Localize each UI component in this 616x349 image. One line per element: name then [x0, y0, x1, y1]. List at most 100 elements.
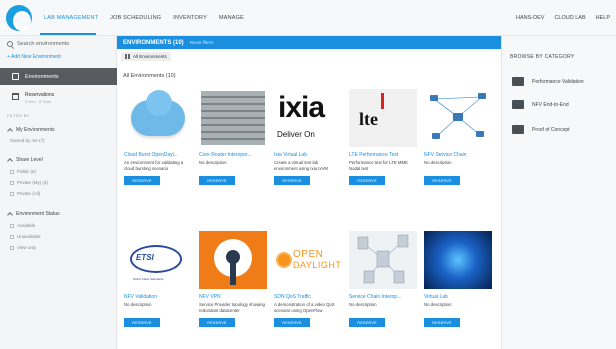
filter-view-only[interactable]: View only [10, 245, 36, 250]
view-toggle[interactable]: All Environments [121, 52, 171, 61]
add-environment-link[interactable]: + Add New Environment [7, 54, 61, 60]
environment-card[interactable]: Core Router Interoper... No description … [199, 89, 267, 185]
lte-thumbnail: lte [349, 89, 417, 147]
card-title[interactable]: NFV VPN [199, 294, 267, 300]
card-description: Service Provider topology showing redund… [199, 302, 265, 313]
reserve-button[interactable]: RESERVE [424, 176, 460, 185]
section-title: Environment Status [16, 211, 60, 217]
environment-card[interactable]: ETSI World Class Standards NFV Validatio… [124, 231, 192, 327]
filter-public[interactable]: Public (6) [10, 169, 36, 174]
reserve-button[interactable]: RESERVE [124, 318, 160, 327]
sidebar-item-environments[interactable]: Environments [0, 68, 117, 85]
nav-lab-management[interactable]: LAB MANAGEMENT [44, 15, 98, 21]
user-menu[interactable]: HANS-DEV [516, 15, 544, 21]
odl-logo-text-2: DAYLIGHT [293, 260, 342, 270]
etsi-thumbnail: ETSI World Class Standards [124, 231, 192, 289]
network-thumbnail [424, 89, 492, 147]
view-toggle-label: All Environments [133, 54, 167, 59]
environment-card[interactable]: lte LTE Performance Test Performance tes… [349, 89, 417, 185]
reserve-button[interactable]: RESERVE [274, 176, 310, 185]
reset-filters-link[interactable]: Reset filters [190, 40, 214, 45]
app-logo[interactable] [6, 5, 32, 31]
cloud-lab-link[interactable]: CLOUD LAB [554, 15, 585, 21]
card-title[interactable]: NFV Validation [124, 294, 192, 300]
card-title[interactable]: SDN QoS Traffic [274, 294, 342, 300]
browse-title: BROWSE BY CATEGORY [510, 54, 575, 60]
card-description: No description [124, 302, 152, 307]
environment-card[interactable]: NFV VPN Service Provider topology showin… [199, 231, 267, 327]
page-title: ENVIRONMENTS (10) [123, 39, 184, 46]
service-chain-thumbnail [349, 231, 417, 289]
etsi-tagline: World Class Standards [133, 277, 164, 281]
reserve-button[interactable]: RESERVE [124, 176, 160, 185]
network-icon [512, 100, 524, 109]
reserve-button[interactable]: RESERVE [349, 176, 385, 185]
checkbox[interactable] [10, 191, 14, 196]
card-description: Create a virtual test lab environment us… [274, 160, 328, 171]
category-label: NFV End-to-End [532, 101, 569, 108]
nav-job-scheduling[interactable]: JOB SCHEDULING [110, 15, 161, 21]
search-icon [7, 40, 13, 47]
calendar-icon [12, 93, 19, 100]
category-label: Performance Validation [532, 78, 584, 85]
sidebar-item-reservations[interactable]: Reservations 3 Nex · 5 Total [12, 92, 54, 104]
category-nfv-end-to-end[interactable]: NFV End-to-End [512, 100, 569, 109]
card-title[interactable]: Core Router Interoper... [199, 152, 267, 158]
share-level-toggle[interactable]: Share Level [7, 157, 43, 164]
environment-status-toggle[interactable]: Environment Status [7, 211, 60, 218]
environment-card[interactable]: Cloud Burst OpenDayl... An environment f… [124, 89, 192, 185]
nav-manage[interactable]: MANAGE [219, 15, 244, 21]
search-input[interactable]: Search environments [17, 41, 69, 47]
top-bar: LAB MANAGEMENT JOB SCHEDULING INVENTORY … [0, 0, 616, 36]
ixia-tagline: Deliver On [277, 130, 315, 139]
card-title[interactable]: LTE Performance Test [349, 152, 417, 158]
card-title[interactable]: Virtual Lab [424, 294, 492, 300]
environment-card[interactable]: OPEN DAYLIGHT SDN QoS Traffic A demonstr… [274, 231, 342, 327]
environment-card[interactable]: Virtual Lab No description RESERVE [424, 231, 492, 327]
card-title[interactable]: NFV Service Chain [424, 152, 492, 158]
card-description: Performance test for LTE MME Nodal test [349, 160, 408, 171]
checkbox[interactable] [10, 234, 14, 239]
reserve-button[interactable]: RESERVE [349, 318, 385, 327]
category-proof-of-concept[interactable]: Proof of Concept [512, 125, 570, 134]
sidebar-item-label: Environments [25, 73, 59, 80]
reserve-button[interactable]: RESERVE [199, 176, 235, 185]
reserve-button[interactable]: RESERVE [274, 318, 310, 327]
filter-private-all[interactable]: Private (All) [10, 191, 40, 196]
my-environments-toggle[interactable]: My Environments [7, 127, 55, 134]
filter-label: View only [17, 245, 37, 250]
checkbox[interactable] [10, 245, 14, 250]
category-label: Proof of Concept [532, 126, 570, 133]
filter-private-my[interactable]: Private (My) (4) [10, 180, 48, 185]
reserve-button[interactable]: RESERVE [424, 318, 460, 327]
odl-logo-text-1: OPEN [293, 249, 324, 260]
card-title[interactable]: Service Chain Interop... [349, 294, 417, 300]
reservations-count: 3 Nex · 5 Total [25, 99, 51, 104]
environment-card[interactable]: NFV Service Chain No description RESERVE [424, 89, 492, 185]
checkbox[interactable] [10, 223, 14, 228]
filter-label: Unavailable [17, 234, 41, 239]
checkbox[interactable] [10, 180, 14, 185]
filter-available[interactable]: Available [10, 223, 35, 228]
main-nav: LAB MANAGEMENT JOB SCHEDULING INVENTORY … [44, 15, 244, 21]
filter-owned-by-me[interactable]: Owned by me (7) [10, 138, 45, 143]
reservations-label: Reservations [25, 92, 55, 98]
category-performance-validation[interactable]: Performance Validation [512, 77, 584, 86]
card-description: No description [349, 302, 377, 307]
reserve-button[interactable]: RESERVE [199, 318, 235, 327]
chevron-up-icon [7, 212, 13, 218]
nav-inventory[interactable]: INVENTORY [173, 15, 207, 21]
search-box[interactable]: Search environments [7, 36, 117, 51]
card-title[interactable]: Ixia Virtual Lab [274, 152, 342, 158]
help-link[interactable]: HELP [596, 15, 610, 21]
performance-icon [512, 77, 524, 86]
checkbox[interactable] [10, 169, 14, 174]
filter-unavailable[interactable]: Unavailable [10, 234, 41, 239]
cloud-thumbnail [124, 89, 192, 147]
card-title[interactable]: Cloud Burst OpenDayl... [124, 152, 192, 158]
environment-card[interactable]: ixia Deliver On Ixia Virtual Lab Create … [274, 89, 342, 185]
router-thumbnail [199, 89, 267, 147]
environment-card[interactable]: Service Chain Interop... No description … [349, 231, 417, 327]
card-description: No description [424, 160, 452, 165]
card-description: No description [424, 302, 452, 307]
